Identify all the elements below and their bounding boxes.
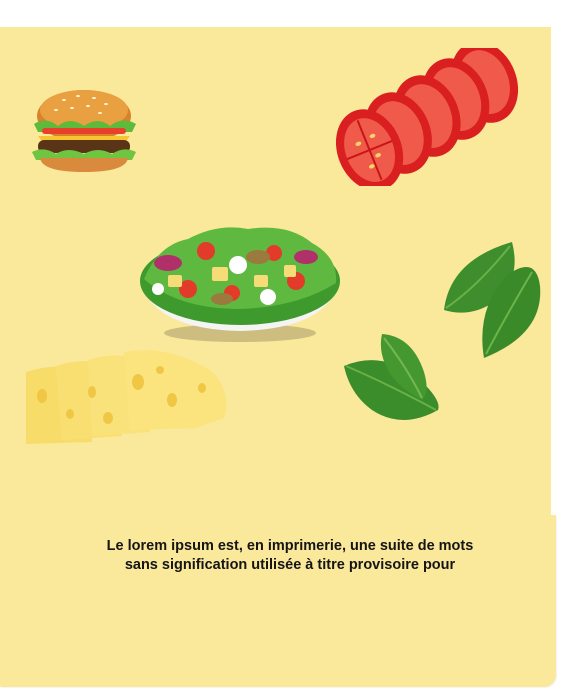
burger-image xyxy=(28,86,140,174)
tomato-slices-image xyxy=(317,48,527,186)
spinach-leaves-image xyxy=(440,236,544,364)
hero-section: Le lorem ipsum est, en imprimerie, une s… xyxy=(0,0,573,693)
salad-bowl-image xyxy=(128,217,350,347)
spinach-leaf-image xyxy=(342,330,442,428)
cheese-slices-image xyxy=(26,348,230,444)
caption-text: Le lorem ipsum est, en imprimerie, une s… xyxy=(106,538,474,573)
